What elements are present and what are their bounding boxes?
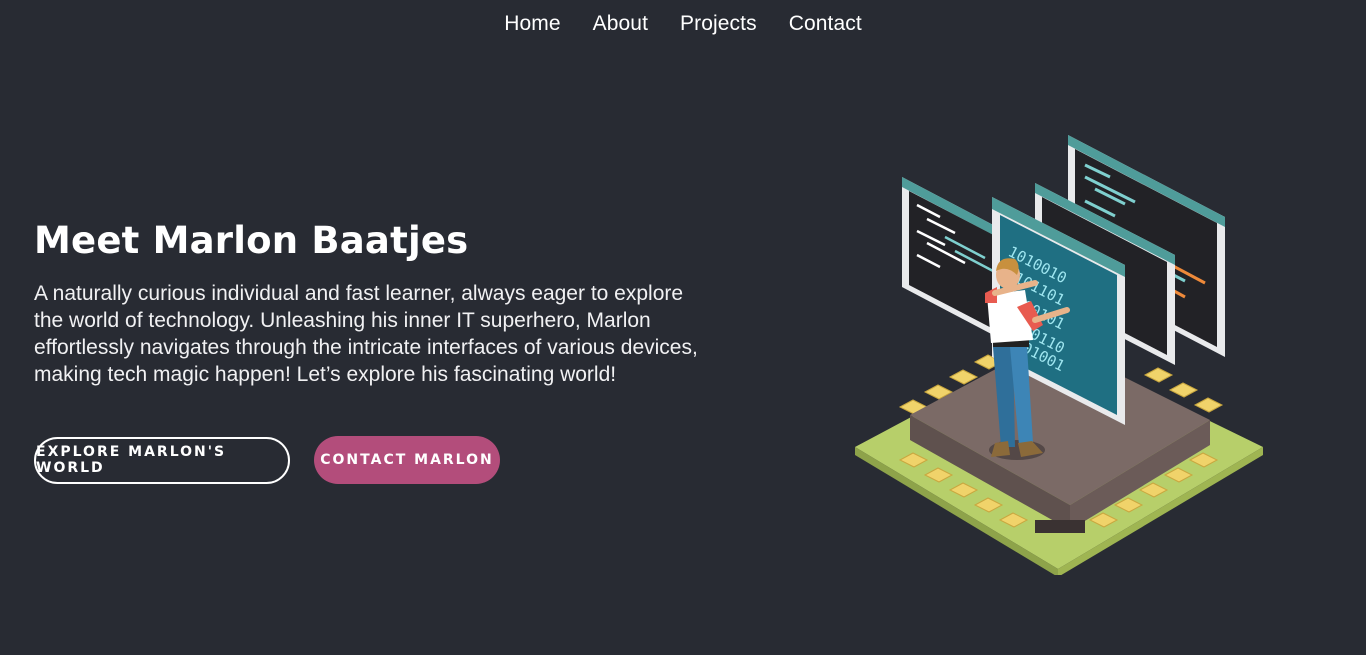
nav-link-home[interactable]: Home	[504, 10, 560, 38]
main-nav: Home About Projects Contact	[0, 0, 1366, 48]
nav-link-contact[interactable]: Contact	[789, 10, 862, 38]
nav-link-projects[interactable]: Projects	[680, 10, 757, 38]
developer-illustration-icon: 1010010 0101101 1100101 0100110 101001	[855, 135, 1263, 577]
hero-title: Meet Marlon Baatjes	[34, 219, 469, 262]
hero-buttons: Explore Marlon's World Contact Marlon	[34, 436, 500, 484]
hero-description: A naturally curious individual and fast …	[34, 282, 698, 386]
explore-button[interactable]: Explore Marlon's World	[34, 436, 290, 484]
page: Home About Projects Contact Meet Marlon …	[0, 0, 1366, 655]
hero-section: Meet Marlon Baatjes A naturally curious …	[34, 218, 714, 388]
nav-link-about[interactable]: About	[593, 10, 648, 38]
contact-button[interactable]: Contact Marlon	[314, 436, 500, 484]
developer-illustration: 1010010 0101101 1100101 0100110 101001	[845, 125, 1270, 577]
